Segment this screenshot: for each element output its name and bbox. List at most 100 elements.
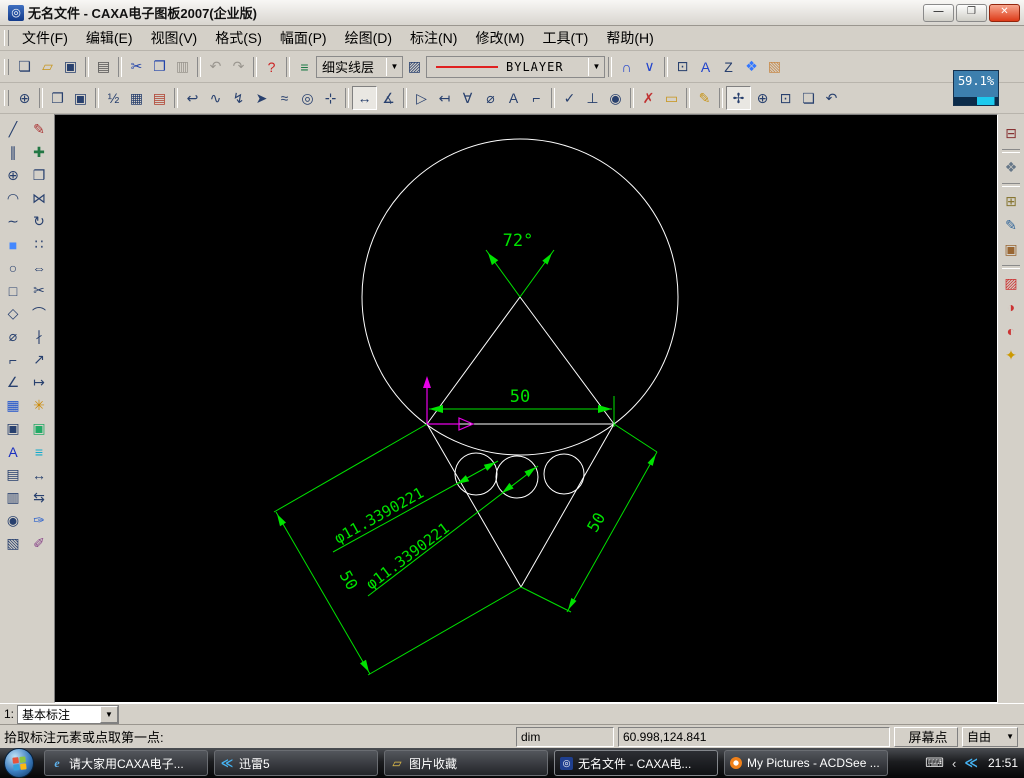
wave-line-button[interactable]: ∿: [204, 87, 227, 109]
help-button[interactable]: ?: [260, 56, 283, 78]
print-button[interactable]: ▤: [92, 56, 115, 78]
open-button[interactable]: ▱: [36, 56, 59, 78]
zoom-dynamic-button[interactable]: ⊕: [751, 87, 774, 109]
delete-button[interactable]: ✎: [27, 119, 51, 141]
table-button[interactable]: ▦: [125, 87, 148, 109]
rotate-button[interactable]: ↻: [27, 211, 51, 233]
chevron-down-icon[interactable]: ▼: [100, 705, 119, 723]
menu-file[interactable]: 文件(F): [13, 28, 77, 48]
pick-delete-button[interactable]: ✗: [637, 87, 660, 109]
new-button[interactable]: ❏: [13, 56, 36, 78]
redraw-button[interactable]: ❐: [46, 87, 69, 109]
restore-button[interactable]: ❐: [956, 3, 987, 22]
extend-button[interactable]: ↗: [27, 349, 51, 371]
zoom-level-bar[interactable]: [954, 97, 998, 105]
sketch-order-button[interactable]: Z: [717, 56, 740, 78]
zigzag-line-button[interactable]: ↯: [227, 87, 250, 109]
thunder-tray-icon[interactable]: ≪: [964, 755, 978, 771]
block-op-button[interactable]: ▣: [27, 418, 51, 440]
zoom-window-button[interactable]: ⊡: [774, 87, 797, 109]
pattern-array-button[interactable]: ❖: [740, 56, 763, 78]
match-properties-button[interactable]: ✑: [27, 510, 51, 532]
snap-mode-combobox[interactable]: 自由 ▼: [962, 726, 1018, 747]
page-preview-button[interactable]: ▧: [763, 56, 786, 78]
menu-format[interactable]: 格式(S): [206, 28, 271, 48]
collapse-tray-icon[interactable]: ‹: [952, 756, 956, 771]
array-button[interactable]: ∷: [27, 234, 51, 256]
cut-button[interactable]: ✂: [125, 56, 148, 78]
angle-dimension-button[interactable]: ∡: [377, 87, 400, 109]
chevron-down-icon[interactable]: ▼: [386, 57, 402, 76]
chevron-down-icon[interactable]: ▼: [1003, 732, 1017, 741]
undo-button[interactable]: ↶: [204, 56, 227, 78]
linetype-button[interactable]: ▨: [403, 56, 426, 78]
taskbar-button-pictures-folder[interactable]: ▱ 图片收藏: [384, 750, 548, 776]
screen-point-button[interactable]: 屏幕点: [894, 726, 958, 747]
layers-button[interactable]: ≡: [293, 56, 316, 78]
symbol-library-button[interactable]: ▧: [1, 533, 25, 555]
measure-button[interactable]: ▭: [660, 87, 683, 109]
zoom-previous-button[interactable]: ↶: [820, 87, 843, 109]
diameter-dimension-button[interactable]: ⌀: [479, 87, 502, 109]
arc-button[interactable]: ◠: [1, 188, 25, 210]
circle-button[interactable]: ⊕: [1, 165, 25, 187]
library-search-button[interactable]: ◉: [1, 510, 25, 532]
stretch-button[interactable]: ↦: [27, 372, 51, 394]
formula-curve-button[interactable]: ■: [1, 234, 25, 256]
roughness-button[interactable]: ✓: [558, 87, 581, 109]
text-button[interactable]: A: [1, 441, 25, 463]
text-frame-button[interactable]: ▣: [69, 87, 92, 109]
pointer-button[interactable]: ➤: [250, 87, 273, 109]
minimize-button[interactable]: —: [923, 3, 954, 22]
annotation-align-button[interactable]: A: [694, 56, 717, 78]
corner-note-button[interactable]: ⌐: [525, 87, 548, 109]
solid-3d-button[interactable]: ❖: [1000, 156, 1022, 178]
trim-button[interactable]: ✂: [27, 280, 51, 302]
save-button[interactable]: ▣: [59, 56, 82, 78]
polyline-button[interactable]: ⌐: [1, 349, 25, 371]
dimension-button[interactable]: ↔: [352, 86, 377, 110]
start-button[interactable]: [4, 748, 34, 778]
chevron-down-icon[interactable]: ▼: [588, 57, 604, 76]
pan-button[interactable]: ✢: [726, 86, 751, 110]
datum-dimension-button[interactable]: ▷: [410, 87, 433, 109]
guide-snap-button[interactable]: ∨: [638, 56, 661, 78]
section-view-button[interactable]: ▨: [1000, 272, 1022, 294]
block-insert-button[interactable]: ▥: [1, 487, 25, 509]
baseline-dimension-button[interactable]: ↤: [433, 87, 456, 109]
menu-gripper[interactable]: [4, 30, 9, 46]
hatch-button[interactable]: ⌀: [1, 326, 25, 348]
menu-tools[interactable]: 工具(T): [533, 28, 597, 48]
guideline-button[interactable]: ∠: [1, 372, 25, 394]
mirror-button[interactable]: ⋈: [27, 188, 51, 210]
offset-button[interactable]: ⇔: [27, 257, 51, 279]
line-button[interactable]: ╱: [1, 119, 25, 141]
block-create-button[interactable]: ✦: [1000, 344, 1022, 366]
block-button[interactable]: ▤: [1, 464, 25, 486]
sheet-edit-button[interactable]: ▣: [1000, 238, 1022, 260]
close-button[interactable]: ✕: [989, 3, 1020, 22]
color-linetype-combobox[interactable]: BYLAYER ▼: [426, 55, 605, 78]
partial-view-button[interactable]: ◐: [1000, 320, 1022, 342]
toolbar-gripper[interactable]: [4, 90, 9, 106]
dimension-type-combobox[interactable]: 基本标注 ▼: [17, 704, 120, 724]
layer-move-button[interactable]: ≡: [27, 441, 51, 463]
explode-button[interactable]: ✳: [27, 395, 51, 417]
rectangle-button[interactable]: □: [1, 280, 25, 302]
weld-symbol-button[interactable]: ◉: [604, 87, 627, 109]
taskbar-button-ie-caxa-page[interactable]: e 请大家用CAXA电子...: [44, 750, 208, 776]
block-disassemble-button[interactable]: ⊟: [1000, 122, 1022, 144]
tolerance-button[interactable]: ∀: [456, 87, 479, 109]
taskbar-button-acdsee[interactable]: My Pictures - ACDSee ...: [724, 750, 888, 776]
ole-object-button[interactable]: ▣: [1, 418, 25, 440]
menu-view[interactable]: 视图(V): [142, 28, 207, 48]
paste-special-button[interactable]: ⊞: [1000, 190, 1022, 212]
report-button[interactable]: ▤: [148, 87, 171, 109]
taskbar-button-caxa-file[interactable]: ◎ 无名文件 - CAXA电...: [554, 750, 718, 776]
paste-button[interactable]: ▥: [171, 56, 194, 78]
menu-dimension[interactable]: 标注(N): [401, 28, 466, 48]
menu-help[interactable]: 帮助(H): [597, 28, 662, 48]
keyboard-tray-icon[interactable]: ⌨: [925, 755, 944, 771]
ortho-snap-button[interactable]: ∩: [615, 56, 638, 78]
copy-object-button[interactable]: ❐: [27, 165, 51, 187]
